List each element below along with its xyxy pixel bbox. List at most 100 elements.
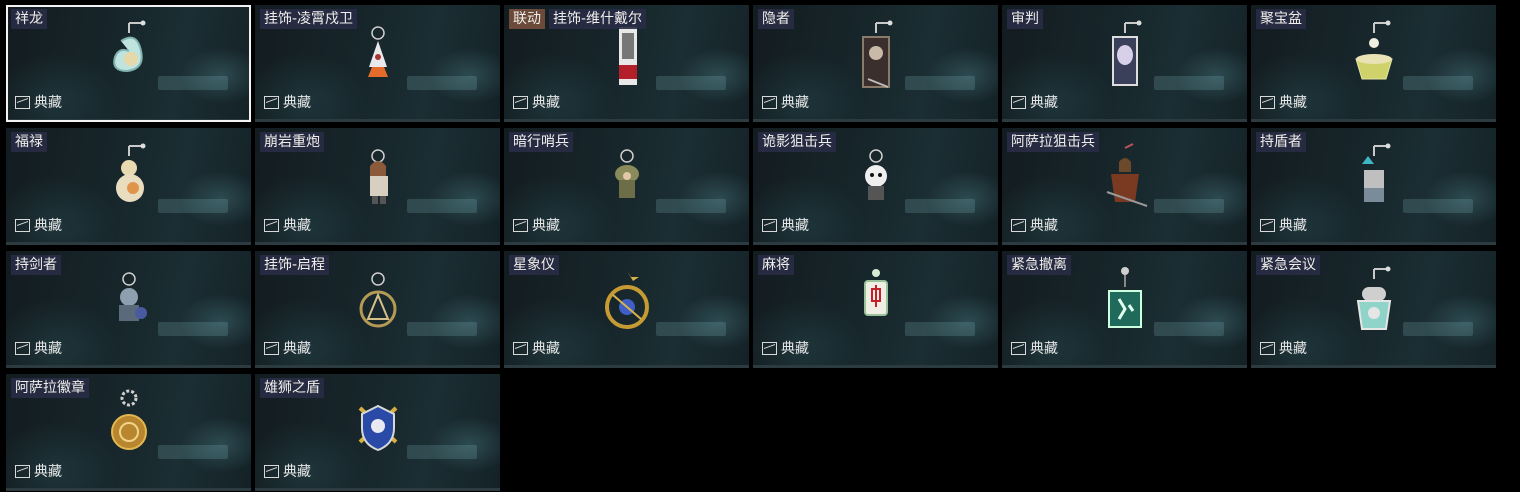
compass-ring-charm-icon [348,265,408,341]
charm-card[interactable]: 祥龙典藏 [6,5,251,122]
charm-card[interactable]: 星象仪 典藏 [504,251,749,368]
charm-name: 雄狮之盾 [260,378,324,398]
rarity-image-icon [15,95,30,109]
charm-card[interactable]: 紧急会议典藏 [1251,251,1496,368]
rarity-badge: 典藏 [513,92,560,112]
rarity-label: 典藏 [34,464,62,480]
cannon-figure-charm-icon [348,142,408,218]
charm-name: 隐者 [758,9,794,29]
rarity-label: 典藏 [1279,341,1307,357]
charm-name: 挂饰-凌霄戍卫 [260,9,358,29]
rarity-image-icon [264,95,279,109]
lion-shield-charm-icon [348,388,408,464]
charm-title: 星象仪 [509,255,559,275]
rarity-label: 典藏 [781,218,809,234]
charm-card[interactable]: 聚宝盆典藏 [1251,5,1496,122]
rarity-image-icon [264,464,279,478]
charm-name: 挂饰-启程 [260,255,330,275]
charm-name: 诡影狙击兵 [758,132,836,152]
rarity-badge: 典藏 [762,215,809,235]
charm-title: 福禄 [11,132,47,152]
rarity-image-icon [762,218,777,232]
charm-card[interactable]: 诡影狙击兵 典藏 [753,128,998,245]
charm-card[interactable]: 隐者典藏 [753,5,998,122]
charm-title: 阿萨拉狙击兵 [1007,132,1099,152]
rarity-label: 典藏 [1279,95,1307,111]
rarity-label: 典藏 [283,464,311,480]
rarity-badge: 典藏 [1260,92,1307,112]
rarity-image-icon [1011,341,1026,355]
charm-name: 崩岩重炮 [260,132,324,152]
rarity-badge: 典藏 [762,338,809,358]
rarity-badge: 典藏 [1260,338,1307,358]
charm-card[interactable]: 雄狮之盾典藏 [255,374,500,491]
gourd-charm-icon [99,142,159,218]
rarity-image-icon [513,218,528,232]
exit-sign-charm-icon [1095,265,1155,341]
card-charm-icon [597,19,657,95]
charm-name: 持剑者 [11,255,61,275]
rarity-badge: 典藏 [15,92,62,112]
charm-card[interactable]: 阿萨拉狙击兵典藏 [1002,128,1247,245]
rarity-image-icon [513,95,528,109]
charm-name: 挂饰-维什戴尔 [549,9,647,29]
rarity-image-icon [15,341,30,355]
sniper-figure-charm-icon [846,142,906,218]
charm-title: 崩岩重炮 [260,132,324,152]
sentry-figure-charm-icon [597,142,657,218]
charm-card[interactable]: 挂饰-凌霄戍卫典藏 [255,5,500,122]
charm-title: 聚宝盆 [1256,9,1306,29]
rarity-badge: 典藏 [513,338,560,358]
rarity-label: 典藏 [532,218,560,234]
charm-name: 阿萨拉徽章 [11,378,89,398]
rarity-image-icon [1260,341,1275,355]
charm-title: 挂饰-启程 [260,255,330,275]
charm-name: 紧急会议 [1256,255,1320,275]
rarity-label: 典藏 [34,218,62,234]
charm-card[interactable]: 福禄典藏 [6,128,251,245]
charm-title: 联动 挂饰-维什戴尔 [509,9,647,29]
charm-card[interactable]: 持盾者 典藏 [1251,128,1496,245]
treasure-bowl-charm-icon [1344,19,1404,95]
charm-title: 隐者 [758,9,794,29]
charm-title: 挂饰-凌霄戍卫 [260,9,358,29]
rarity-badge: 典藏 [15,215,62,235]
dragon-charm-icon [99,19,159,95]
asala-sniper-charm-icon [1095,142,1155,218]
charm-title: 持剑者 [11,255,61,275]
charm-title: 诡影狙击兵 [758,132,836,152]
charm-card[interactable]: 审判典藏 [1002,5,1247,122]
charm-title: 暗行哨兵 [509,132,573,152]
charm-card[interactable]: 崩岩重炮典藏 [255,128,500,245]
rarity-badge: 典藏 [1011,338,1058,358]
charm-title: 审判 [1007,9,1043,29]
rarity-image-icon [1260,218,1275,232]
rarity-image-icon [264,341,279,355]
rarity-image-icon [15,464,30,478]
rarity-badge: 典藏 [264,92,311,112]
charm-card[interactable]: 紧急撤离典藏 [1002,251,1247,368]
charm-name: 暗行哨兵 [509,132,573,152]
rarity-image-icon [1011,218,1026,232]
rarity-label: 典藏 [781,95,809,111]
rocket-charm-icon [348,19,408,95]
charm-title: 紧急撤离 [1007,255,1071,275]
rarity-badge: 典藏 [264,338,311,358]
collab-tag: 联动 [509,9,545,29]
rarity-label: 典藏 [283,218,311,234]
charm-card[interactable]: 持剑者 典藏 [6,251,251,368]
meeting-charm-icon [1344,265,1404,341]
rarity-image-icon [762,95,777,109]
charm-card[interactable]: 挂饰-启程典藏 [255,251,500,368]
rarity-label: 典藏 [1279,218,1307,234]
charm-card[interactable]: 麻将 典藏 [753,251,998,368]
charm-card[interactable]: 暗行哨兵典藏 [504,128,749,245]
charm-card[interactable]: 阿萨拉徽章 典藏 [6,374,251,491]
charm-title: 雄狮之盾 [260,378,324,398]
charm-title: 祥龙 [11,9,47,29]
rarity-badge: 典藏 [1011,215,1058,235]
rarity-label: 典藏 [532,95,560,111]
rarity-label: 典藏 [1030,95,1058,111]
rarity-badge: 典藏 [513,215,560,235]
charm-card[interactable]: 联动 挂饰-维什戴尔典藏 [504,5,749,122]
